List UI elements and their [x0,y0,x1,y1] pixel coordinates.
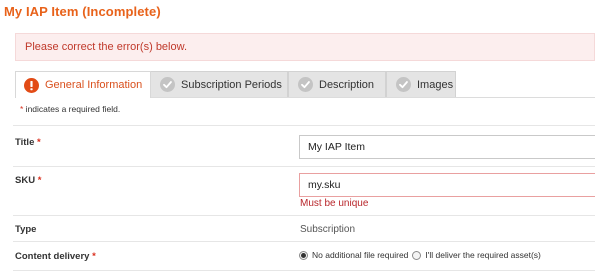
radio-label: I'll deliver the required asset(s) [425,250,541,260]
title-label: Title * [15,137,41,148]
sku-input[interactable]: my.sku [299,173,595,197]
radio-label: No additional file required [312,250,409,260]
tab-bar: General Information Subscription Periods… [15,71,595,98]
content-delivery-options: No additional file required I'll deliver… [299,250,541,260]
required-star: * [37,137,41,148]
page-title: My IAP Item (Incomplete) [4,4,161,19]
content-delivery-label-text: Content delivery [15,251,90,262]
required-star: * [92,251,96,262]
sku-label: SKU * [15,175,41,186]
divider [13,241,595,242]
error-icon [24,77,39,93]
error-banner: Please correct the error(s) below. [15,33,595,61]
tab-description[interactable]: Description [288,71,386,97]
tab-label: Images [417,78,454,91]
tab-images[interactable]: Images [386,71,456,97]
tab-label: Subscription Periods [181,78,282,91]
content-delivery-label: Content delivery * [15,251,96,262]
title-input[interactable]: My IAP Item [299,135,595,159]
divider [13,125,595,126]
sku-label-text: SKU [15,175,36,186]
tab-general-information[interactable]: General Information [15,71,151,98]
divider [13,270,595,271]
title-label-text: Title [15,137,35,148]
radio-deliver-assets[interactable] [412,250,422,260]
sku-error-message: Must be unique [300,198,369,209]
radio-no-additional-file[interactable] [299,250,308,260]
required-note-text: indicates a required field. [23,104,121,114]
type-value: Subscription [300,224,356,235]
check-circle-icon [396,77,411,92]
check-circle-icon [160,77,175,92]
tab-label: General Information [45,79,143,91]
tab-subscription-periods[interactable]: Subscription Periods [150,71,288,97]
required-star: * [37,175,42,186]
required-field-note: * indicates a required field. [20,104,120,114]
divider [13,215,595,216]
radio-selected-dot [301,252,306,258]
divider [13,166,595,167]
check-circle-icon [298,77,313,92]
type-label: Type [15,224,37,235]
tab-label: Description [319,78,375,91]
error-banner-text: Please correct the error(s) below. [25,41,188,53]
